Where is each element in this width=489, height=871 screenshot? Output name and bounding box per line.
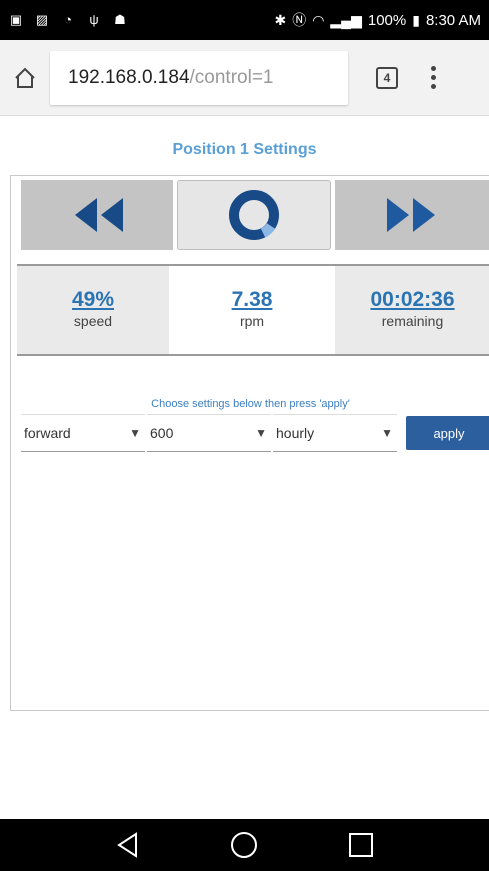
interval-select[interactable]: hourly ▼ [273, 414, 397, 452]
transport-controls [21, 180, 489, 252]
tab-count: 4 [383, 70, 391, 85]
apply-button[interactable]: apply [406, 416, 489, 450]
fast-forward-icon [386, 198, 435, 232]
status-icons-right: ✱ Ⓝ ◠ ▂▄▆ 100% ▮ 8:30 AM [274, 10, 481, 30]
dropdown-arrow-icon: ▼ [255, 426, 267, 440]
home-icon[interactable] [0, 40, 50, 116]
stat-remaining: 00:02:36 remaining [335, 266, 489, 354]
sync-icon: ◔ [64, 12, 72, 27]
url-path: /control=1 [189, 66, 274, 88]
battery-icon: ▮ [412, 11, 420, 28]
rpm-label: rpm [239, 313, 265, 329]
speed-label: speed [73, 313, 113, 329]
fast-forward-button[interactable] [335, 180, 489, 250]
url-host: 192.168.0.184 [68, 66, 190, 88]
control-panel: 49% speed 7.38 rpm 00:02:36 remaining Ch… [10, 175, 489, 711]
status-bar: ▣ ▨ ◔ ψ ☗ ✱ Ⓝ ◠ ▂▄▆ 100% ▮ 8:30 AM [0, 0, 489, 40]
rewind-button[interactable] [21, 180, 173, 250]
stats-row: 49% speed 7.38 rpm 00:02:36 remaining [17, 264, 489, 356]
rpm-value[interactable]: 7.38 [169, 288, 335, 312]
android-icon: ☗ [114, 12, 126, 27]
remaining-label: remaining [381, 313, 444, 329]
overflow-menu-icon[interactable] [428, 66, 438, 89]
system-nav-bar [0, 819, 489, 871]
amount-select[interactable]: 600 ▼ [147, 414, 271, 452]
url-field[interactable]: 192.168.0.184/control=1 [50, 50, 348, 105]
bluetooth-icon: ✱ [274, 11, 287, 28]
clock: 8:30 AM [425, 11, 481, 29]
settings-hint: Choose settings below then press 'apply' [151, 398, 350, 410]
signal-icon: ▂▄▆ [330, 11, 362, 28]
amount-value: 600 [150, 425, 174, 441]
progress-ring-icon [229, 190, 279, 240]
status-button[interactable] [177, 180, 331, 250]
battery-percent: 100% [367, 11, 407, 29]
direction-select[interactable]: forward ▼ [21, 414, 145, 452]
dropdown-arrow-icon: ▼ [129, 426, 141, 440]
rewind-icon [75, 198, 123, 232]
remaining-value[interactable]: 00:02:36 [335, 288, 489, 312]
stat-rpm: 7.38 rpm [169, 266, 335, 354]
direction-value: forward [24, 425, 71, 441]
tab-switcher-button[interactable]: 4 [376, 66, 398, 89]
status-icons-left: ▣ ▨ ◔ ψ ☗ [8, 12, 128, 28]
browser-toolbar: 192.168.0.184/control=1 4 [0, 40, 489, 116]
sd-card-icon: ▣ [9, 12, 23, 27]
wifi-icon: ◠ [312, 11, 325, 28]
back-icon[interactable] [114, 831, 142, 859]
stat-speed: 49% speed [17, 266, 169, 354]
dropdown-arrow-icon: ▼ [381, 426, 393, 440]
home-nav-icon[interactable] [229, 830, 259, 860]
settings-row: forward ▼ 600 ▼ hourly ▼ apply [21, 414, 489, 452]
speed-value[interactable]: 49% [17, 288, 169, 312]
page-content: Position 1 Settings 49% speed 7.38 rpm 0… [0, 117, 489, 837]
photo-icon: ▨ [35, 12, 49, 27]
recents-icon[interactable] [347, 831, 375, 859]
usb-icon: ψ [89, 12, 99, 27]
nfc-icon: Ⓝ [292, 12, 307, 28]
page-title: Position 1 Settings [172, 141, 317, 158]
interval-value: hourly [276, 425, 315, 441]
